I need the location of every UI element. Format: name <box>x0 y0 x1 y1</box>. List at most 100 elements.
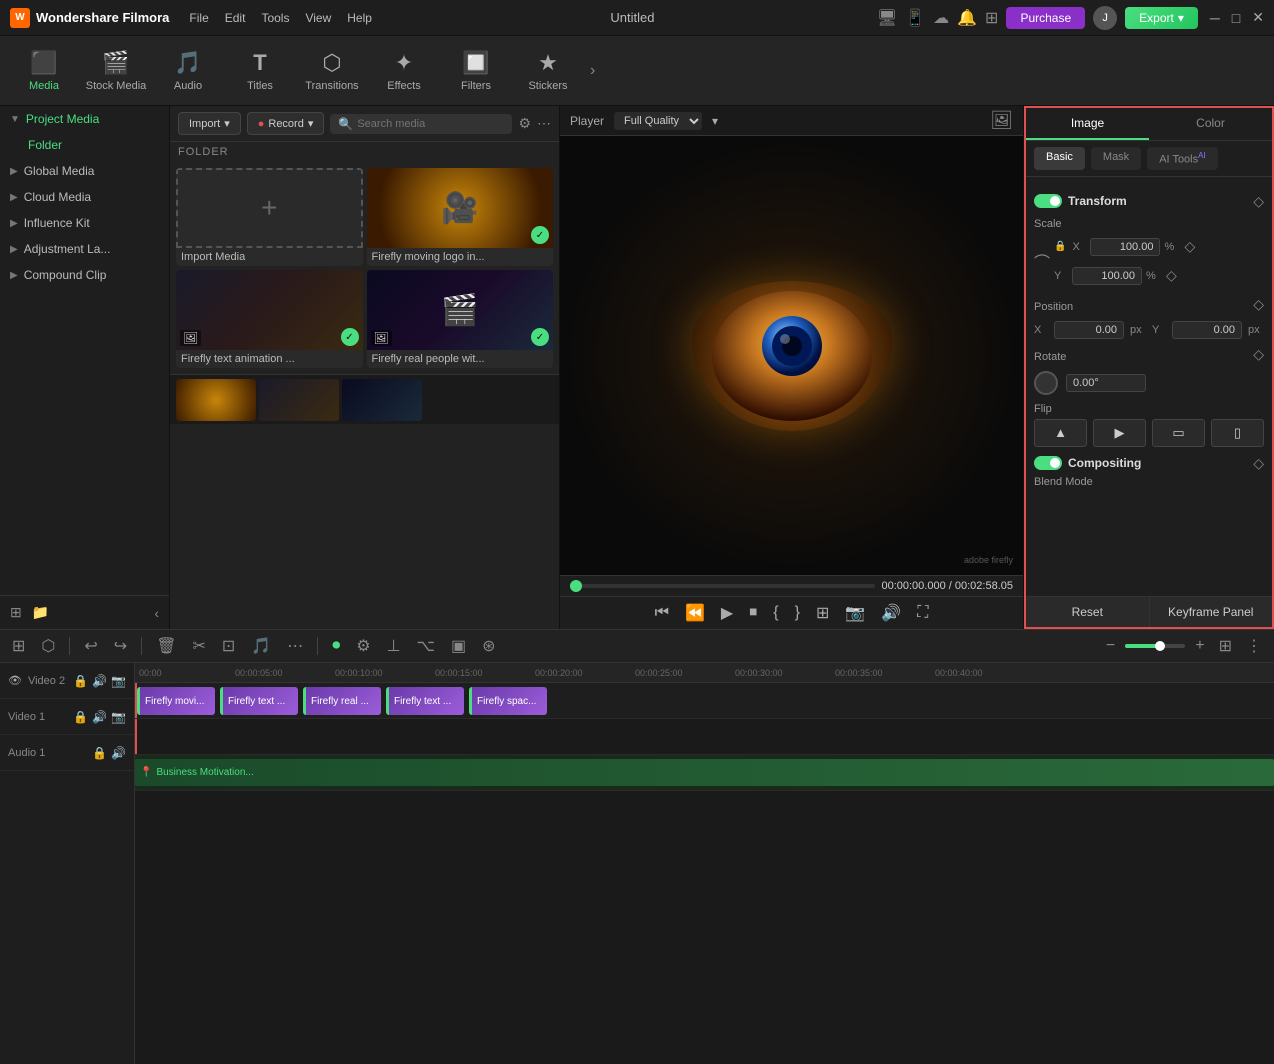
close-button[interactable]: ✕ <box>1252 9 1264 26</box>
tl-clip-firefly-spac[interactable]: Firefly spac... <box>469 687 547 715</box>
tl-zoom-slider[interactable] <box>1125 644 1185 648</box>
flip-h-rect-button[interactable]: ▭ <box>1152 419 1205 447</box>
sidebar-item-influence-kit[interactable]: ▶ Influence Kit <box>0 210 169 236</box>
tl-group-button[interactable]: ▣ <box>447 634 470 658</box>
sidebar-item-global-media[interactable]: ▶ Global Media <box>0 158 169 184</box>
tool-media[interactable]: ⬛ Media <box>8 39 80 103</box>
tl-add-track-button[interactable]: ⊞ <box>8 634 29 658</box>
stab-mask[interactable]: Mask <box>1091 147 1141 170</box>
volume-button[interactable]: 🔊 <box>877 601 905 625</box>
more-icon[interactable]: ⋯ <box>537 115 551 132</box>
tl-delete-button[interactable]: 🗑 <box>152 634 180 658</box>
compositing-toggle-switch[interactable] <box>1034 456 1062 470</box>
tl-zoom-in-button[interactable]: + <box>1191 635 1208 657</box>
position-keyframe-icon[interactable]: ◇ <box>1253 296 1264 313</box>
menu-tools[interactable]: Tools <box>261 11 289 25</box>
firefly-real-item[interactable]: 🎬 🖼 ✓ Firefly real people wit... <box>367 270 554 368</box>
pos-y-input[interactable] <box>1172 321 1242 339</box>
menu-help[interactable]: Help <box>347 11 372 25</box>
tool-effects[interactable]: ✦ Effects <box>368 39 440 103</box>
tl-record-button[interactable]: ⏺ <box>328 635 344 657</box>
step-back-button[interactable]: ⏪ <box>681 601 709 625</box>
tl-crop-button[interactable]: ⊡ <box>218 634 239 658</box>
stab-ai-tools[interactable]: AI ToolsAI <box>1147 147 1218 170</box>
record-button[interactable]: ● Record ▾ <box>247 112 325 135</box>
reset-button[interactable]: Reset <box>1026 597 1150 627</box>
transform-toggle-switch[interactable] <box>1034 194 1062 208</box>
menu-file[interactable]: File <box>189 11 208 25</box>
flip-horizontal-button[interactable]: ▲ <box>1034 419 1087 447</box>
collapse-icon[interactable]: ‹ <box>154 605 159 621</box>
video2-speaker-icon[interactable]: 🔊 <box>92 674 107 688</box>
scale-y-input[interactable] <box>1072 267 1142 285</box>
mark-in-button[interactable]: { <box>769 602 782 624</box>
menu-edit[interactable]: Edit <box>225 11 246 25</box>
skip-back-button[interactable]: ⏮ <box>651 602 673 624</box>
import-button[interactable]: Import ▾ <box>178 112 241 135</box>
video1-camera-icon[interactable]: 📷 <box>111 710 126 724</box>
tl-clip-firefly-text-2[interactable]: Firefly text ... <box>386 687 464 715</box>
search-input[interactable] <box>357 118 504 130</box>
keyframe-panel-button[interactable]: Keyframe Panel <box>1150 597 1273 627</box>
add-to-timeline-button[interactable]: ⊞ <box>812 601 833 625</box>
audio1-speaker-icon[interactable]: 🔊 <box>111 746 126 760</box>
tl-dots-button[interactable]: ⋮ <box>1242 634 1266 658</box>
tl-audio-button[interactable]: 🎵 <box>247 634 275 658</box>
firefly-text-anim-item[interactable]: 🖼 ✓ Firefly text animation ... <box>176 270 363 368</box>
tool-filters[interactable]: 🔲 Filters <box>440 39 512 103</box>
tl-more-button[interactable]: ⋯ <box>283 634 307 658</box>
video1-speaker-icon[interactable]: 🔊 <box>92 710 107 724</box>
purchase-button[interactable]: Purchase <box>1006 7 1085 29</box>
tl-speed-button[interactable]: ⊛ <box>478 634 499 658</box>
tl-select-button[interactable]: ⬡ <box>37 634 59 658</box>
sidebar-item-cloud-media[interactable]: ▶ Cloud Media <box>0 184 169 210</box>
tab-color[interactable]: Color <box>1149 108 1272 140</box>
toolbar-expand-icon[interactable]: › <box>584 62 601 80</box>
mark-out-button[interactable]: } <box>791 602 804 624</box>
menu-view[interactable]: View <box>305 11 331 25</box>
quality-select[interactable]: Full Quality <box>614 112 702 130</box>
tl-clip-firefly-movi[interactable]: Firefly movi... <box>137 687 215 715</box>
preview-settings-button[interactable]: 🖼 <box>990 110 1013 131</box>
rotate-keyframe-icon[interactable]: ◇ <box>1253 346 1264 363</box>
tool-titles[interactable]: T Titles <box>224 39 296 103</box>
rotate-dial[interactable] <box>1034 371 1058 395</box>
tl-settings-button[interactable]: ⚙ <box>352 634 374 658</box>
video2-lock-icon[interactable]: 🔒 <box>73 674 88 688</box>
flip-vertical-button[interactable]: ▶ <box>1093 419 1146 447</box>
snapshot-button[interactable]: 📷 <box>841 601 869 625</box>
sidebar-item-folder[interactable]: Folder <box>0 132 169 158</box>
scale-x-input[interactable] <box>1090 238 1160 256</box>
tl-zoom-out-button[interactable]: − <box>1102 635 1119 657</box>
video1-lock-icon[interactable]: 🔒 <box>73 710 88 724</box>
tool-transitions[interactable]: ⬡ Transitions <box>296 39 368 103</box>
scale-y-keyframe-icon[interactable]: ◇ <box>1166 267 1177 284</box>
tl-clip-firefly-real[interactable]: Firefly real ... <box>303 687 381 715</box>
tool-stock-media[interactable]: 🎬 Stock Media <box>80 39 152 103</box>
user-avatar[interactable]: J <box>1093 6 1117 30</box>
search-box[interactable]: 🔍 <box>330 114 512 134</box>
tl-layout-button[interactable]: ⊞ <box>1215 634 1236 658</box>
minimize-button[interactable]: ─ <box>1210 10 1220 26</box>
scale-x-keyframe-icon[interactable]: ◇ <box>1184 238 1195 255</box>
fullscreen-button[interactable]: ⛶ <box>913 602 932 624</box>
tl-split-button[interactable]: ⊥ <box>383 634 405 658</box>
flip-v-rect-button[interactable]: ▯ <box>1211 419 1264 447</box>
audio-wave[interactable]: 📍 Business Motivation... <box>135 759 1274 786</box>
tab-image[interactable]: Image <box>1026 108 1149 140</box>
tool-audio[interactable]: 🎵 Audio <box>152 39 224 103</box>
rotate-input[interactable] <box>1066 374 1146 392</box>
firefly-logo-item[interactable]: 🎥 ✓ Firefly moving logo in... <box>367 168 554 266</box>
sidebar-item-adjustment-la[interactable]: ▶ Adjustment La... <box>0 236 169 262</box>
compositing-keyframe-icon[interactable]: ◇ <box>1253 455 1264 472</box>
export-button[interactable]: Export ▾ <box>1125 7 1198 29</box>
video2-camera-icon[interactable]: 📷 <box>111 674 126 688</box>
tl-clip-firefly-text-1[interactable]: Firefly text ... <box>220 687 298 715</box>
sidebar-item-compound-clip[interactable]: ▶ Compound Clip <box>0 262 169 288</box>
folder-icon[interactable]: 📁 <box>32 604 49 621</box>
preview-timeline-bar[interactable] <box>570 584 875 588</box>
video2-eye-icon[interactable]: 👁 <box>8 674 22 687</box>
add-track-icon[interactable]: ⊞ <box>10 604 22 621</box>
tl-undo-button[interactable]: ↩ <box>80 634 101 658</box>
filter-icon[interactable]: ⚙ <box>518 115 531 132</box>
